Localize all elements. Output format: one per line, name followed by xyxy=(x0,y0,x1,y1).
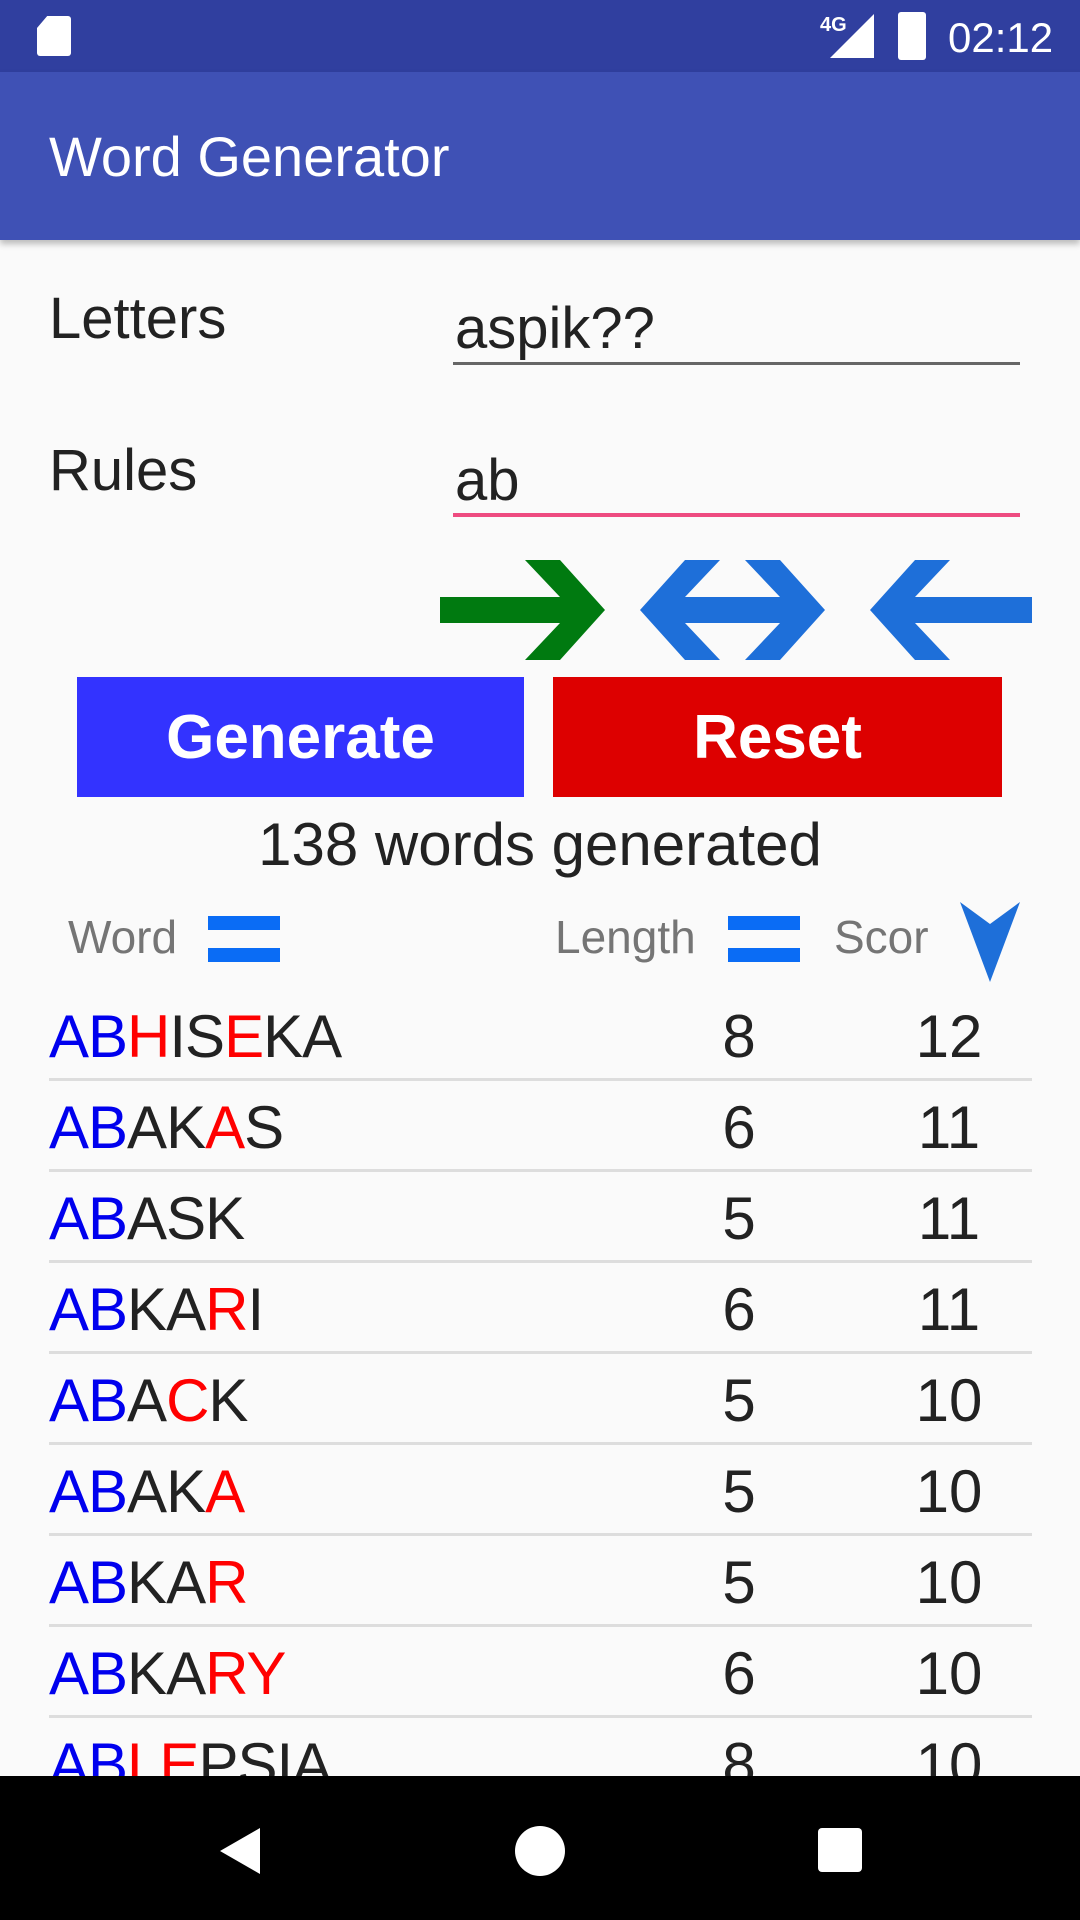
word-segment: IS xyxy=(169,1003,225,1070)
word-cell: ABASK xyxy=(49,1184,245,1253)
word-cell: ABACK xyxy=(49,1366,248,1435)
word-segment: K xyxy=(208,1367,248,1434)
word-cell: ABKAR xyxy=(49,1548,248,1617)
app-bar: Word Generator xyxy=(0,72,1080,240)
table-row[interactable]: ABKARI 6 11 xyxy=(49,1263,1032,1354)
word-segment: A xyxy=(127,1367,167,1434)
rules-label: Rules xyxy=(49,438,198,503)
app-title: Word Generator xyxy=(49,125,450,188)
table-row[interactable]: ABAKAS 6 11 xyxy=(49,1081,1032,1172)
reset-button[interactable]: Reset xyxy=(553,677,1002,797)
word-segment: RY xyxy=(205,1640,286,1707)
navigation-bar xyxy=(0,1776,1080,1920)
word-segment: R xyxy=(205,1549,248,1616)
word-cell: ABHISEKA xyxy=(49,1002,342,1071)
table-row[interactable]: ABKAR 5 10 xyxy=(49,1536,1032,1627)
length-cell: 6 xyxy=(722,1094,756,1161)
home-icon[interactable] xyxy=(515,1826,565,1876)
word-segment: R xyxy=(205,1276,248,1343)
status-bar: 4G 02:12 xyxy=(0,0,1080,72)
length-cell: 5 xyxy=(722,1185,756,1252)
word-segment: AB xyxy=(49,1094,128,1161)
word-segment: ASK xyxy=(127,1185,245,1252)
word-segment: S xyxy=(244,1094,284,1161)
word-segment: AB xyxy=(49,1458,128,1525)
word-segment: KA xyxy=(127,1640,206,1707)
back-icon[interactable] xyxy=(215,1826,265,1876)
word-cell: ABKARY xyxy=(49,1639,286,1708)
result-count: 138 words generated xyxy=(258,811,822,878)
recents-icon[interactable] xyxy=(818,1828,862,1872)
word-segment: AB xyxy=(49,1549,128,1616)
arrow-both-icon[interactable] xyxy=(640,560,825,660)
word-segment: AK xyxy=(127,1458,206,1525)
network-type: 4G xyxy=(820,14,847,36)
word-segment: KA xyxy=(127,1276,206,1343)
length-cell: 5 xyxy=(722,1367,756,1434)
word-segment: H xyxy=(127,1003,170,1070)
word-segment: AB xyxy=(49,1003,128,1070)
table-row[interactable]: ABKARY 6 10 xyxy=(49,1627,1032,1718)
header-score[interactable]: Scor xyxy=(834,910,929,964)
word-segment: AB xyxy=(49,1185,128,1252)
header-length[interactable]: Length xyxy=(555,910,696,964)
score-cell: 10 xyxy=(915,1367,983,1434)
table-row[interactable]: ABHISEKA 8 12 xyxy=(49,990,1032,1081)
word-segment: A xyxy=(205,1458,245,1525)
sd-card-icon xyxy=(37,16,71,56)
table-row[interactable]: ABACK 5 10 xyxy=(49,1354,1032,1445)
position-arrows xyxy=(440,560,1032,660)
word-cell: ABAKAS xyxy=(49,1093,284,1162)
score-cell: 11 xyxy=(917,1094,981,1161)
clock: 02:12 xyxy=(948,14,1054,61)
score-cell: 10 xyxy=(915,1458,983,1525)
length-cell: 8 xyxy=(722,1003,756,1070)
letters-input[interactable]: aspik?? xyxy=(453,295,1020,365)
score-cell: 11 xyxy=(917,1276,981,1343)
word-segment: KA xyxy=(263,1003,342,1070)
sort-descending-icon[interactable] xyxy=(958,900,1022,984)
sort-neutral-icon[interactable] xyxy=(728,916,800,964)
word-segment: A xyxy=(205,1094,245,1161)
word-segment: AK xyxy=(127,1094,206,1161)
score-cell: 11 xyxy=(917,1185,981,1252)
length-cell: 5 xyxy=(722,1458,756,1525)
table-row[interactable]: ABASK 5 11 xyxy=(49,1172,1032,1263)
word-cell: ABKARI xyxy=(49,1275,264,1344)
word-segment: AB xyxy=(49,1367,128,1434)
word-segment: C xyxy=(166,1367,209,1434)
score-cell: 12 xyxy=(915,1003,983,1070)
letters-label: Letters xyxy=(49,286,227,351)
word-segment: KA xyxy=(127,1549,206,1616)
generate-button[interactable]: Generate xyxy=(77,677,524,797)
word-segment: I xyxy=(247,1276,264,1343)
length-cell: 5 xyxy=(722,1549,756,1616)
arrow-left-icon[interactable] xyxy=(870,560,1032,660)
arrow-right-icon[interactable] xyxy=(440,560,605,660)
score-cell: 10 xyxy=(915,1549,983,1616)
sort-neutral-icon[interactable] xyxy=(208,916,280,964)
table-row[interactable]: ABAKA 5 10 xyxy=(49,1445,1032,1536)
rules-input[interactable]: ab xyxy=(453,447,1020,517)
word-segment: AB xyxy=(49,1640,128,1707)
header-word[interactable]: Word xyxy=(68,910,177,964)
word-cell: ABAKA xyxy=(49,1457,245,1526)
word-segment: E xyxy=(224,1003,264,1070)
length-cell: 6 xyxy=(722,1276,756,1343)
score-cell: 10 xyxy=(915,1640,983,1707)
battery-charging-icon xyxy=(898,12,926,60)
word-segment: AB xyxy=(49,1276,128,1343)
length-cell: 6 xyxy=(722,1640,756,1707)
